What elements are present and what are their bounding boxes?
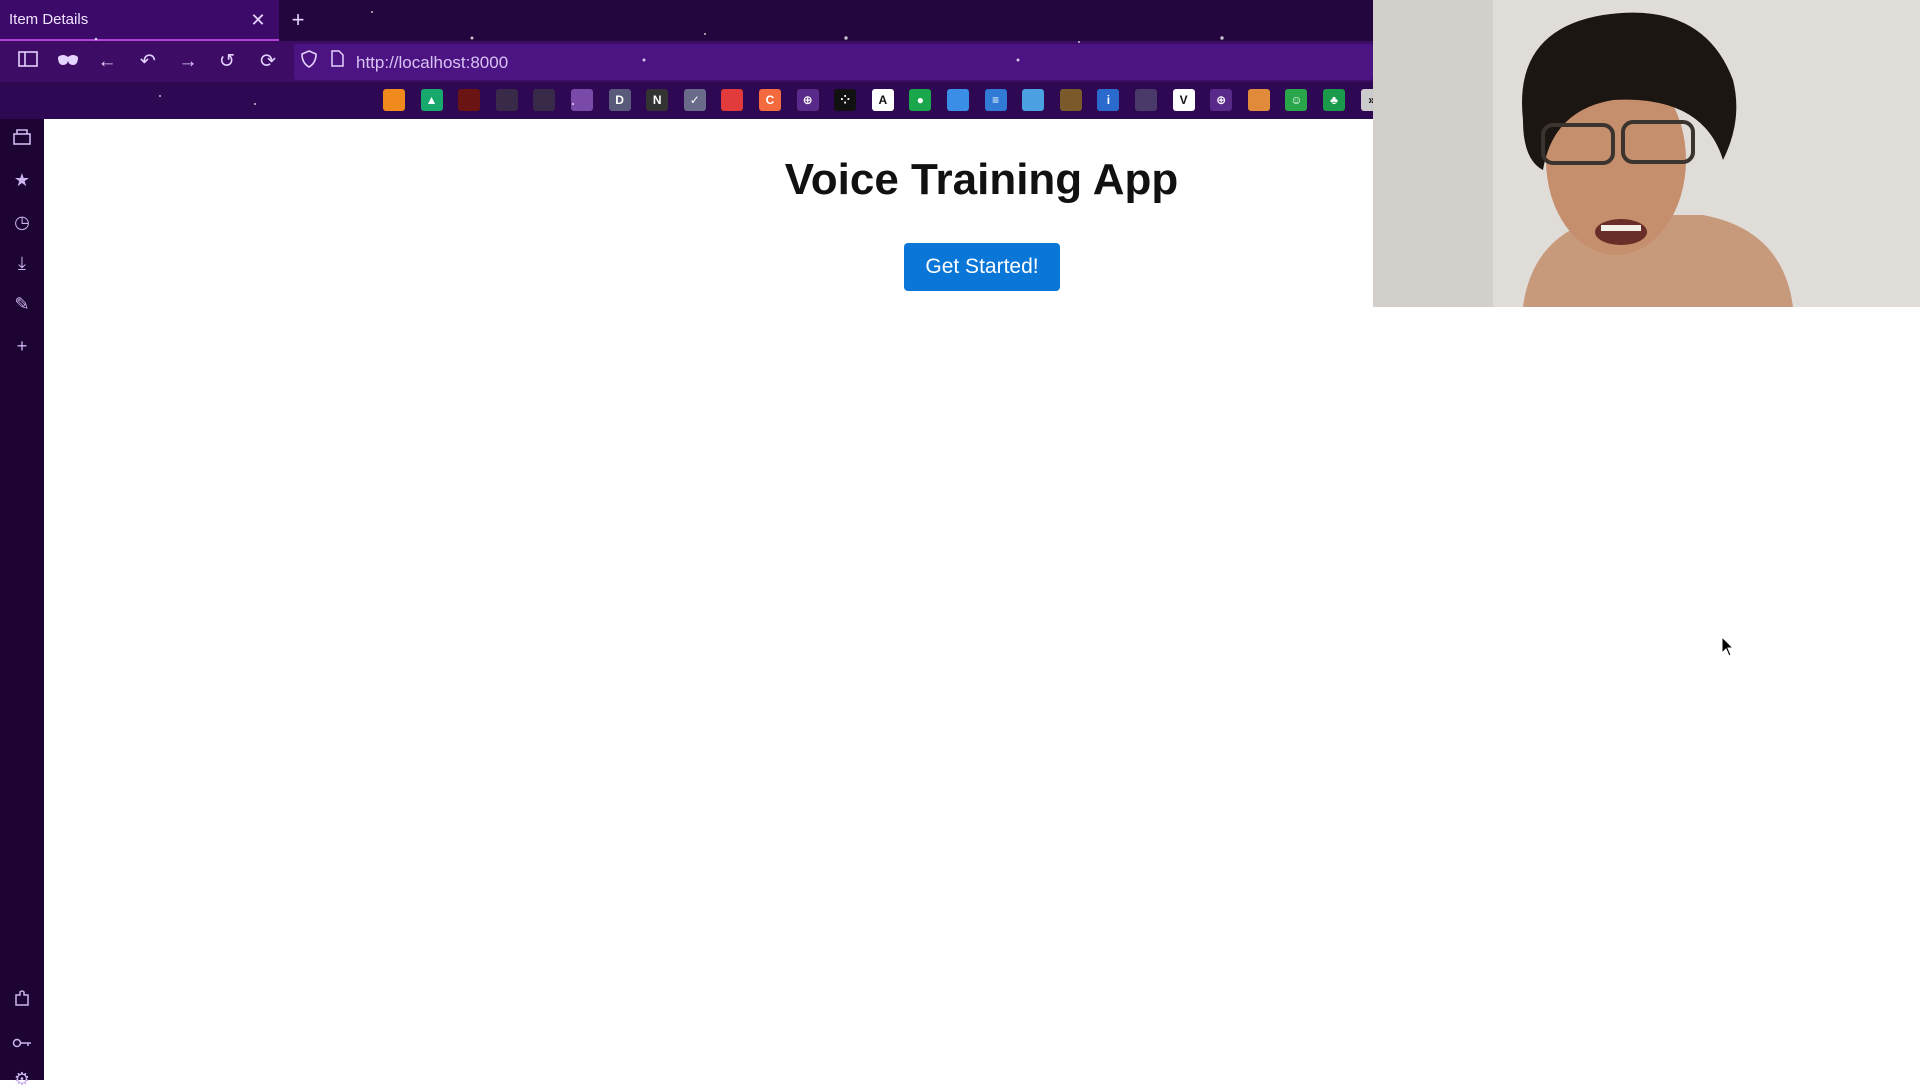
ibb-favicon[interactable]: i xyxy=(1097,89,1120,111)
page-info-icon[interactable] xyxy=(327,50,347,74)
github-favicon[interactable] xyxy=(495,89,518,111)
webcam-person xyxy=(1373,0,1920,307)
n-favicon[interactable]: N xyxy=(646,89,669,111)
orange-c-favicon[interactable]: C xyxy=(759,89,781,111)
plus-icon[interactable]: + xyxy=(9,333,35,359)
mona-lisa-favicon[interactable] xyxy=(1059,89,1082,111)
green-dot-favicon[interactable]: ● xyxy=(909,89,932,111)
dots-favicon[interactable]: ⁘ xyxy=(834,89,857,111)
leaf-favicon[interactable] xyxy=(383,89,405,111)
cat-favicon[interactable] xyxy=(1247,89,1270,111)
download-icon[interactable]: ⤓ xyxy=(9,250,35,276)
tray-icon[interactable] xyxy=(9,126,35,152)
webcam-overlay xyxy=(1373,0,1920,307)
cup-favicon[interactable] xyxy=(571,89,593,111)
red-box-favicon[interactable] xyxy=(458,89,481,111)
flag-favicon[interactable] xyxy=(721,89,744,111)
url-text[interactable]: http://localhost:8000 xyxy=(356,51,508,75)
swirl-favicon[interactable] xyxy=(1022,89,1045,111)
shield-icon[interactable] xyxy=(298,50,320,74)
github-favicon-2[interactable] xyxy=(533,89,556,111)
a-favicon[interactable]: A xyxy=(871,89,894,111)
forward-icon[interactable]: → xyxy=(175,49,201,75)
cursor-icon xyxy=(1721,636,1735,657)
dsg-favicon[interactable]: D xyxy=(608,89,631,111)
sidebar-toggle-icon[interactable] xyxy=(15,49,41,75)
blue-circle-favicon[interactable] xyxy=(947,89,969,111)
back-icon[interactable]: ← xyxy=(94,49,120,75)
undo-icon[interactable]: ↶ xyxy=(135,49,161,75)
globe-favicon[interactable]: ⊕ xyxy=(796,89,819,111)
pencil-icon[interactable]: ✎ xyxy=(9,291,35,317)
triangle-favicon[interactable]: ▲ xyxy=(420,89,443,111)
smiley-favicon[interactable]: ☺ xyxy=(1285,89,1308,111)
key-icon[interactable] xyxy=(9,1029,35,1055)
extension-icon[interactable] xyxy=(9,988,35,1014)
settings-icon[interactable]: ⚙ xyxy=(9,1066,35,1092)
v-favicon[interactable]: V xyxy=(1172,89,1195,111)
private-mask-icon[interactable] xyxy=(55,49,81,75)
get-started-button[interactable]: Get Started! xyxy=(904,243,1060,291)
blue-square-favicon[interactable]: ≡ xyxy=(984,89,1007,111)
leaf-clover-favicon[interactable]: ♣ xyxy=(1323,89,1345,111)
globe-favicon-2[interactable]: ⊕ xyxy=(1210,89,1233,111)
check-favicon[interactable]: ✓ xyxy=(683,89,706,111)
history-icon[interactable]: ↺ xyxy=(214,49,240,75)
star-icon[interactable]: ★ xyxy=(9,167,35,193)
new-tab-button[interactable]: + xyxy=(287,8,309,32)
clock-icon[interactable]: ◷ xyxy=(9,209,35,235)
ball-favicon[interactable] xyxy=(1135,89,1157,111)
close-icon[interactable]: ✕ xyxy=(247,9,269,31)
reload-icon[interactable]: ⟳ xyxy=(255,49,281,75)
tab-title: Item Details xyxy=(9,11,89,28)
tab-item-details[interactable]: Item Details ✕ xyxy=(0,0,279,41)
